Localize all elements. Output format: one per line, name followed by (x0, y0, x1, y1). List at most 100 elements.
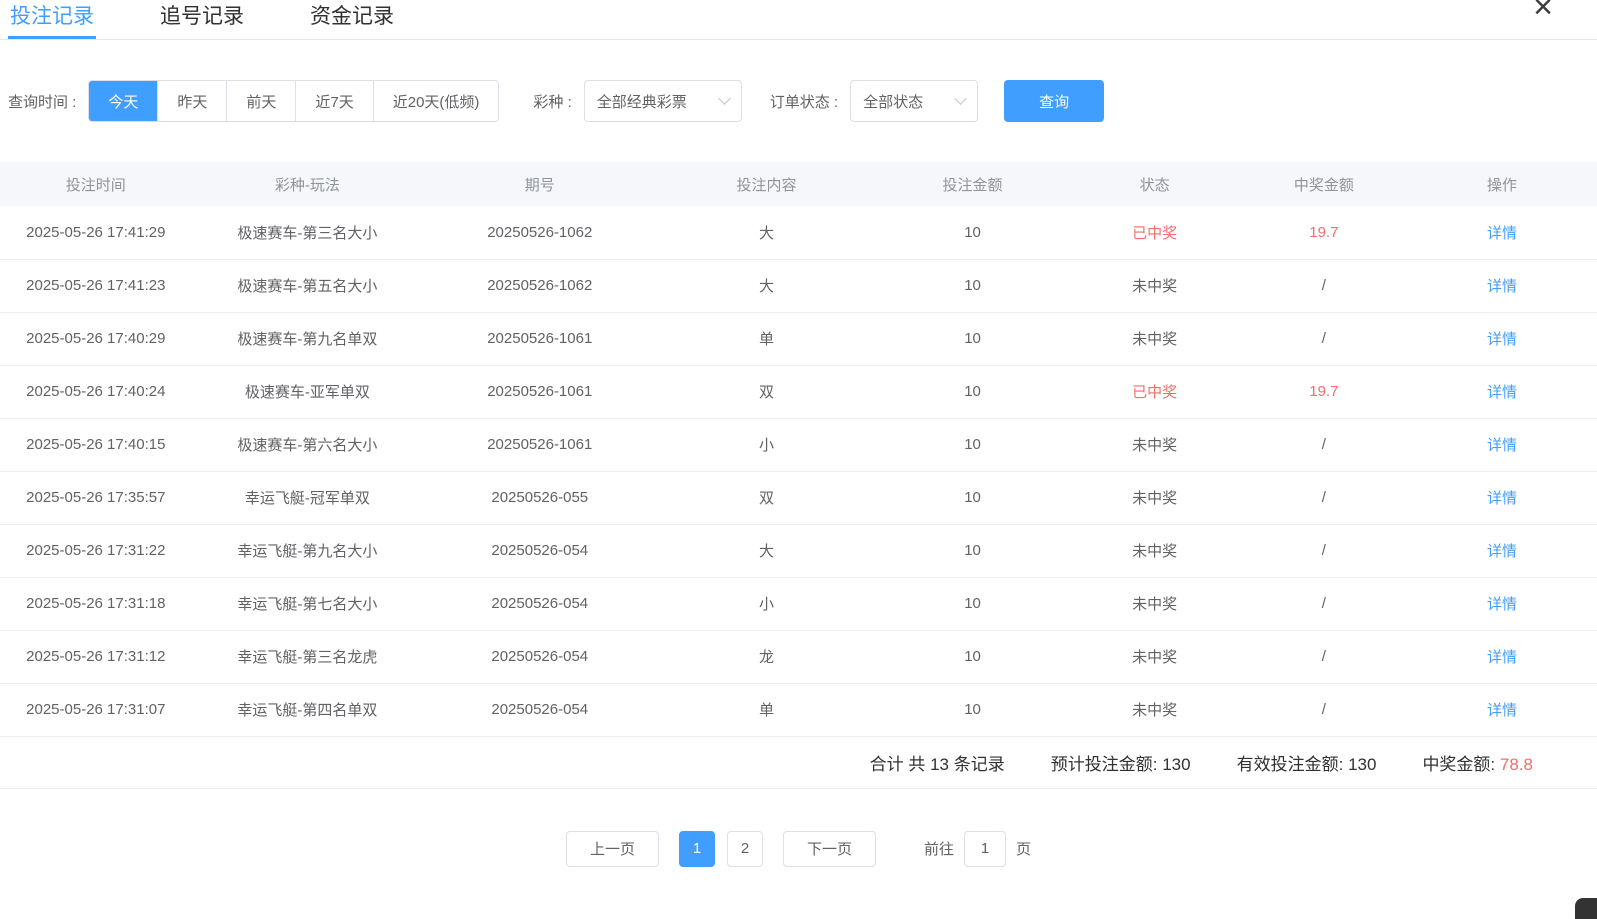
tab-2[interactable]: 追号记录 (158, 0, 246, 39)
cell-game: 幸运飞艇-第七名大小 (192, 577, 424, 630)
cell-game: 极速赛车-亚军单双 (192, 365, 424, 418)
corner-widget (1575, 898, 1597, 919)
cell-time: 2025-05-26 17:31:18 (0, 577, 192, 630)
cell-content: 大 (656, 524, 876, 577)
tab-3[interactable]: 资金记录 (308, 0, 396, 39)
cell-issue: 20250526-1061 (423, 365, 656, 418)
next-page-button[interactable]: 下一页 (783, 831, 876, 867)
cell-time: 2025-05-26 17:35:57 (0, 471, 192, 524)
cell-prize: / (1241, 630, 1407, 683)
lottery-filter-label: 彩种 : (533, 91, 571, 112)
cell-time: 2025-05-26 17:40:15 (0, 418, 192, 471)
cell-issue: 20250526-054 (423, 577, 656, 630)
table-row: 2025-05-26 17:31:18幸运飞艇-第七名大小20250526-05… (0, 577, 1597, 630)
cell-content: 小 (656, 418, 876, 471)
detail-link[interactable]: 详情 (1487, 490, 1517, 507)
time-filter-group: 今天昨天前天近7天近20天(低频) (88, 80, 499, 122)
cell-prize: / (1241, 577, 1407, 630)
cell-prize: / (1241, 471, 1407, 524)
order-status-filter-label: 订单状态 : (770, 91, 838, 112)
cell-issue: 20250526-054 (423, 524, 656, 577)
detail-link[interactable]: 详情 (1487, 702, 1517, 719)
close-icon[interactable]: × (1533, 0, 1553, 24)
chevron-down-icon (954, 92, 967, 105)
summary-valid-label: 有效投注金额: (1237, 755, 1344, 774)
time-option-5[interactable]: 近20天(低频) (373, 81, 499, 121)
detail-link[interactable]: 详情 (1487, 384, 1517, 401)
cell-amount: 10 (877, 471, 1069, 524)
order-status-select[interactable]: 全部状态 (850, 80, 978, 122)
summary-prize-label: 中奖金额: (1422, 755, 1495, 774)
detail-link[interactable]: 详情 (1487, 596, 1517, 613)
table-row: 2025-05-26 17:35:57幸运飞艇-冠军单双20250526-055… (0, 471, 1597, 524)
search-button[interactable]: 查询 (1004, 80, 1104, 122)
cell-prize: / (1241, 312, 1407, 365)
summary-expected-label: 预计投注金额: (1051, 755, 1158, 774)
detail-link[interactable]: 详情 (1487, 225, 1517, 242)
prev-page-button[interactable]: 上一页 (566, 831, 659, 867)
cell-game: 幸运飞艇-第三名龙虎 (192, 630, 424, 683)
cell-status: 已中奖 (1068, 365, 1240, 418)
cell-time: 2025-05-26 17:41:29 (0, 206, 192, 259)
detail-link[interactable]: 详情 (1487, 278, 1517, 295)
cell-amount: 10 (877, 418, 1069, 471)
goto-page: 前往 页 (924, 831, 1031, 867)
table-header-row: 投注时间彩种-玩法期号投注内容投注金额状态中奖金额操作 (0, 162, 1597, 206)
lottery-select[interactable]: 全部经典彩票 (584, 80, 742, 122)
cell-status: 未中奖 (1068, 577, 1240, 630)
cell-action: 详情 (1407, 683, 1597, 736)
detail-link[interactable]: 详情 (1487, 331, 1517, 348)
cell-action: 详情 (1407, 206, 1597, 259)
cell-game: 极速赛车-第五名大小 (192, 259, 424, 312)
cell-status: 未中奖 (1068, 683, 1240, 736)
cell-action: 详情 (1407, 312, 1597, 365)
tab-1[interactable]: 投注记录 (8, 0, 96, 39)
filter-bar: 查询时间 : 今天昨天前天近7天近20天(低频) 彩种 : 全部经典彩票 订单状… (0, 80, 1597, 122)
cell-action: 详情 (1407, 630, 1597, 683)
time-option-2[interactable]: 昨天 (157, 81, 226, 121)
cell-content: 双 (656, 365, 876, 418)
page-number-1[interactable]: 1 (679, 831, 715, 867)
time-option-1[interactable]: 今天 (89, 81, 157, 121)
column-header: 状态 (1068, 162, 1240, 206)
cell-time: 2025-05-26 17:31:07 (0, 683, 192, 736)
time-filter-label: 查询时间 : (8, 91, 76, 112)
cell-action: 详情 (1407, 524, 1597, 577)
table-row: 2025-05-26 17:31:12幸运飞艇-第三名龙虎20250526-05… (0, 630, 1597, 683)
cell-content: 大 (656, 259, 876, 312)
summary-prize-value: 78.8 (1500, 755, 1533, 774)
page-number-2[interactable]: 2 (727, 831, 763, 867)
page-numbers: 12 (679, 831, 763, 867)
bet-records-table: 投注时间彩种-玩法期号投注内容投注金额状态中奖金额操作 2025-05-26 1… (0, 162, 1597, 737)
cell-amount: 10 (877, 206, 1069, 259)
cell-prize: 19.7 (1241, 365, 1407, 418)
pagination: 上一页 12 下一页 前往 页 (0, 831, 1597, 867)
cell-prize: / (1241, 524, 1407, 577)
cell-amount: 10 (877, 312, 1069, 365)
chevron-down-icon (718, 92, 731, 105)
cell-status: 已中奖 (1068, 206, 1240, 259)
cell-content: 单 (656, 683, 876, 736)
cell-action: 详情 (1407, 365, 1597, 418)
cell-time: 2025-05-26 17:40:29 (0, 312, 192, 365)
cell-amount: 10 (877, 259, 1069, 312)
cell-prize: / (1241, 259, 1407, 312)
goto-page-input[interactable] (964, 831, 1006, 867)
cell-content: 双 (656, 471, 876, 524)
tab-list: 投注记录 追号记录 资金记录 (8, 0, 458, 39)
cell-action: 详情 (1407, 259, 1597, 312)
table-row: 2025-05-26 17:31:22幸运飞艇-第九名大小20250526-05… (0, 524, 1597, 577)
detail-link[interactable]: 详情 (1487, 649, 1517, 666)
cell-issue: 20250526-054 (423, 683, 656, 736)
cell-time: 2025-05-26 17:31:22 (0, 524, 192, 577)
detail-link[interactable]: 详情 (1487, 437, 1517, 454)
goto-suffix: 页 (1016, 838, 1031, 859)
cell-game: 极速赛车-第九名单双 (192, 312, 424, 365)
cell-amount: 10 (877, 365, 1069, 418)
time-option-3[interactable]: 前天 (226, 81, 295, 121)
detail-link[interactable]: 详情 (1487, 543, 1517, 560)
summary-valid: 有效投注金额: 130 (1237, 750, 1377, 775)
time-option-4[interactable]: 近7天 (295, 81, 372, 121)
cell-prize: / (1241, 683, 1407, 736)
cell-prize: 19.7 (1241, 206, 1407, 259)
